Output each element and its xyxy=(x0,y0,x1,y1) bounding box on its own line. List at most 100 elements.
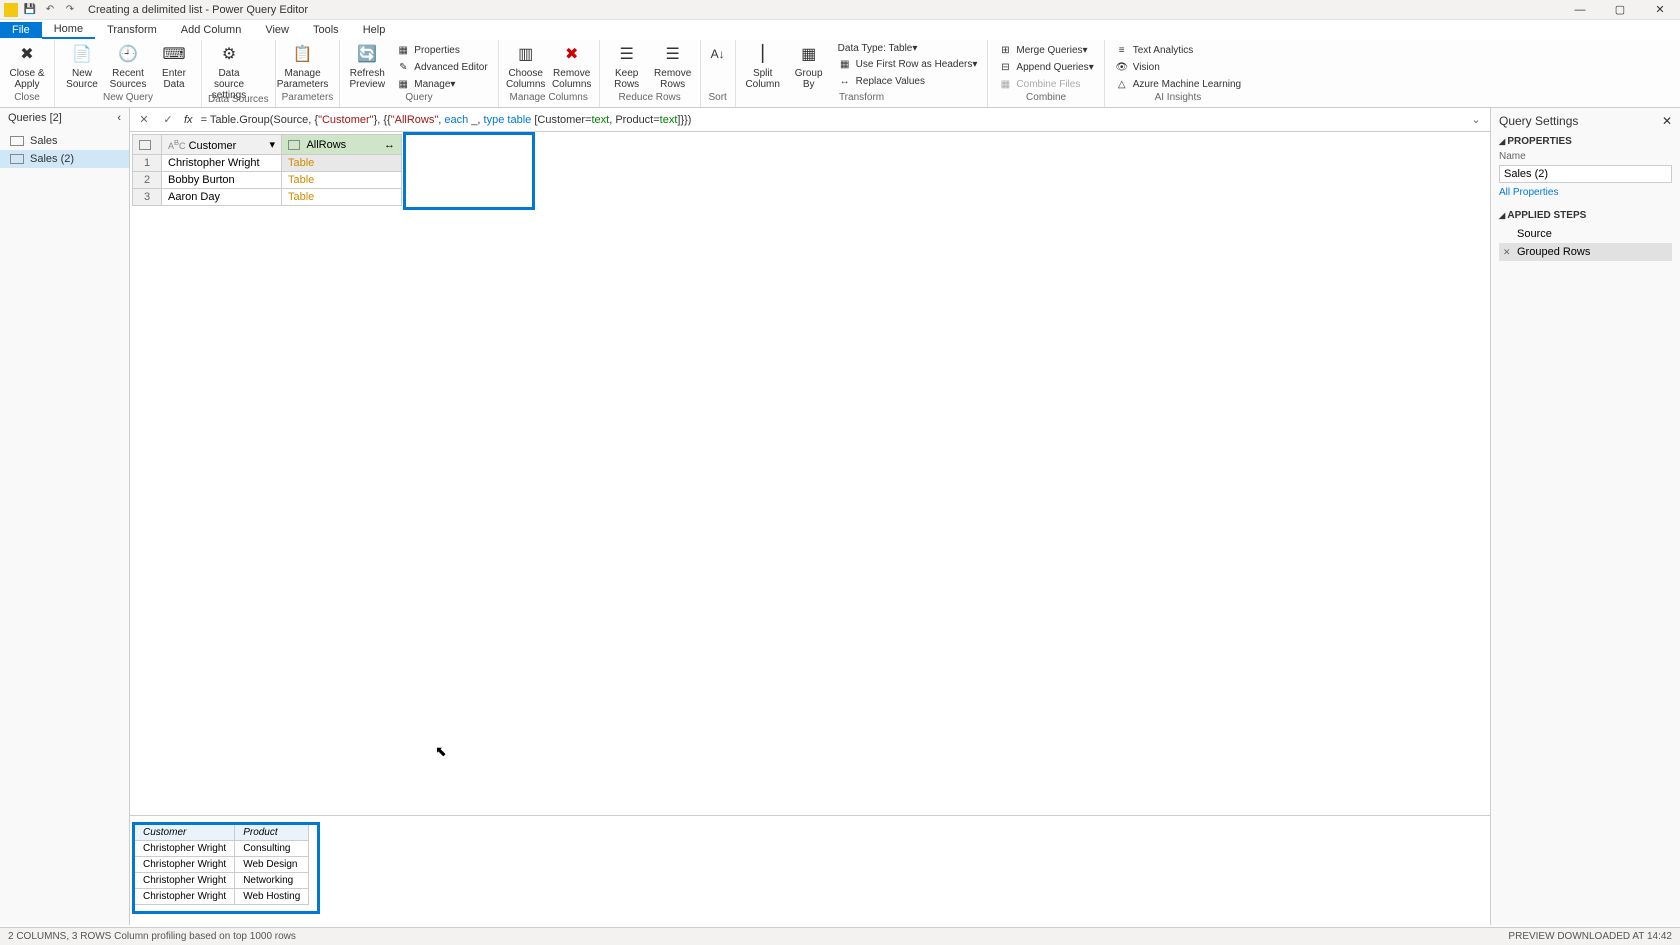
preview-header-customer[interactable]: Customer xyxy=(135,825,235,841)
collapse-icon[interactable]: ‹ xyxy=(117,112,121,124)
gear-icon: ⚙ xyxy=(217,42,241,66)
manage-icon: ▦ xyxy=(396,77,410,91)
replace-values-button[interactable]: ↔Replace Values xyxy=(834,73,982,89)
preview-table[interactable]: Customer Product Christopher WrightConsu… xyxy=(134,824,309,905)
close-button[interactable]: ✕ xyxy=(1640,0,1680,20)
sort-asc-icon: A↓ xyxy=(706,42,730,66)
accept-formula-button[interactable]: ✓ xyxy=(160,112,176,128)
vision-button[interactable]: 👁Vision xyxy=(1111,59,1245,75)
keep-rows-button[interactable]: ☰Keep Rows xyxy=(606,42,648,90)
applied-steps-header[interactable]: APPLIED STEPS xyxy=(1499,210,1672,221)
close-icon[interactable]: ✕ xyxy=(1662,114,1672,128)
sort-asc-button[interactable]: A↓ xyxy=(707,42,729,68)
maximize-button[interactable]: ▢ xyxy=(1600,0,1640,20)
step-grouped-rows[interactable]: ✕Grouped Rows xyxy=(1499,243,1672,261)
title-bar: 💾 ↶ ↷ Creating a delimited list - Power … xyxy=(0,0,1680,20)
tab-view[interactable]: View xyxy=(253,22,301,38)
row-number: 2 xyxy=(133,172,162,189)
new-source-icon: 📄 xyxy=(70,42,94,66)
group-reduce-rows: Reduce Rows xyxy=(606,92,694,105)
query-item-sales-2[interactable]: Sales (2) xyxy=(0,150,129,168)
group-icon: ▦ xyxy=(797,42,821,66)
query-settings-pane: Query Settings ✕ PROPERTIES Name All Pro… xyxy=(1490,108,1680,925)
choose-cols-icon: ▥ xyxy=(514,42,538,66)
recent-sources-button[interactable]: 🕘Recent Sources xyxy=(107,42,149,90)
center-area: ✕ ✓ fx = Table.Group(Source, {"Customer"… xyxy=(130,108,1490,925)
tab-tools[interactable]: Tools xyxy=(301,22,351,38)
remove-rows-button[interactable]: ☰Remove Rows xyxy=(652,42,694,90)
group-by-button[interactable]: ▦Group By xyxy=(788,42,830,90)
preview-row[interactable]: Christopher WrightWeb Design xyxy=(135,857,309,873)
properties-button[interactable]: ▦Properties xyxy=(392,42,491,58)
column-header-customer[interactable]: ABC Customer ▾ xyxy=(162,135,282,155)
group-data-sources: Data Sources xyxy=(208,94,269,107)
cell-allrows[interactable]: Table xyxy=(282,155,402,172)
remove-columns-button[interactable]: ✖Remove Columns xyxy=(551,42,593,90)
remove-cols-icon: ✖ xyxy=(560,42,584,66)
column-header-allrows[interactable]: AllRows ↔ xyxy=(282,135,402,155)
data-type-button[interactable]: Data Type: Table ▾ xyxy=(834,42,982,55)
table-row[interactable]: 1 Christopher Wright Table xyxy=(133,155,402,172)
cell-allrows[interactable]: Table xyxy=(282,172,402,189)
redo-icon[interactable]: ↷ xyxy=(62,2,78,18)
tab-file[interactable]: File xyxy=(0,22,42,38)
properties-header[interactable]: PROPERTIES xyxy=(1499,136,1672,147)
azure-ml-button[interactable]: △Azure Machine Learning xyxy=(1111,76,1245,92)
enter-data-icon: ⌨ xyxy=(162,42,186,66)
cell-customer[interactable]: Bobby Burton xyxy=(162,172,282,189)
enter-data-button[interactable]: ⌨Enter Data xyxy=(153,42,195,90)
corner-cell[interactable] xyxy=(133,135,162,155)
step-source[interactable]: Source xyxy=(1499,225,1672,243)
cell-allrows[interactable]: Table xyxy=(282,189,402,206)
preview-row[interactable]: Christopher WrightNetworking xyxy=(135,873,309,889)
tab-add-column[interactable]: Add Column xyxy=(169,22,254,38)
tab-transform[interactable]: Transform xyxy=(95,22,169,38)
minimize-button[interactable]: — xyxy=(1560,0,1600,20)
expand-formula-button[interactable]: ⌄ xyxy=(1468,112,1484,128)
group-combine: Combine xyxy=(994,92,1097,105)
cell-customer[interactable]: Aaron Day xyxy=(162,189,282,206)
delete-step-icon[interactable]: ✕ xyxy=(1503,247,1511,258)
query-item-sales[interactable]: Sales xyxy=(0,132,129,150)
fx-icon[interactable]: fx xyxy=(184,114,193,126)
undo-icon[interactable]: ↶ xyxy=(42,2,58,18)
close-apply-button[interactable]: ✖Close & Apply xyxy=(6,42,48,90)
choose-columns-button[interactable]: ▥Choose Columns xyxy=(505,42,547,90)
cancel-formula-button[interactable]: ✕ xyxy=(136,112,152,128)
new-source-button[interactable]: 📄New Source xyxy=(61,42,103,90)
manage-button[interactable]: ▦Manage ▾ xyxy=(392,76,491,92)
advanced-editor-button[interactable]: ✎Advanced Editor xyxy=(392,59,491,75)
tab-home[interactable]: Home xyxy=(42,21,95,39)
append-queries-button[interactable]: ⊟Append Queries ▾ xyxy=(994,59,1097,75)
queries-list: Sales Sales (2) xyxy=(0,128,129,172)
first-row-headers-button[interactable]: ▦Use First Row as Headers ▾ xyxy=(834,56,982,72)
text-analytics-button[interactable]: ≡Text Analytics xyxy=(1111,42,1245,58)
combine-files-button[interactable]: ▦Combine Files xyxy=(994,76,1097,92)
name-input[interactable] xyxy=(1499,165,1672,183)
save-icon[interactable]: 💾 xyxy=(22,2,38,18)
group-new-query: New Query xyxy=(61,92,195,105)
group-manage-columns: Manage Columns xyxy=(505,92,593,105)
data-source-settings-button[interactable]: ⚙Data source settings xyxy=(208,42,250,101)
text-icon: ≡ xyxy=(1115,43,1129,57)
table-row[interactable]: 3 Aaron Day Table xyxy=(133,189,402,206)
cell-customer[interactable]: Christopher Wright xyxy=(162,155,282,172)
formula-bar: ✕ ✓ fx = Table.Group(Source, {"Customer"… xyxy=(130,108,1490,132)
all-properties-link[interactable]: All Properties xyxy=(1499,187,1672,198)
steps-list: Source ✕Grouped Rows xyxy=(1499,225,1672,261)
merge-queries-button[interactable]: ⊞Merge Queries ▾ xyxy=(994,42,1097,58)
preview-header-product[interactable]: Product xyxy=(235,825,309,841)
data-table[interactable]: ABC Customer ▾ AllRows ↔ 1 Christopher W… xyxy=(132,134,402,206)
group-transform: Transform xyxy=(742,92,982,105)
window-title: Creating a delimited list - Power Query … xyxy=(88,4,308,16)
group-close: Close xyxy=(6,92,48,105)
tab-help[interactable]: Help xyxy=(351,22,398,38)
refresh-preview-button[interactable]: 🔄Refresh Preview xyxy=(346,42,388,90)
split-column-button[interactable]: ⎮Split Column xyxy=(742,42,784,90)
table-row[interactable]: 2 Bobby Burton Table xyxy=(133,172,402,189)
preview-row[interactable]: Christopher WrightConsulting xyxy=(135,841,309,857)
preview-row[interactable]: Christopher WrightWeb Hosting xyxy=(135,889,309,905)
queries-pane: Queries [2] ‹ Sales Sales (2) xyxy=(0,108,130,925)
formula-text[interactable]: = Table.Group(Source, {"Customer"}, {{"A… xyxy=(201,113,1460,126)
manage-parameters-button[interactable]: 📋Manage Parameters xyxy=(282,42,324,90)
